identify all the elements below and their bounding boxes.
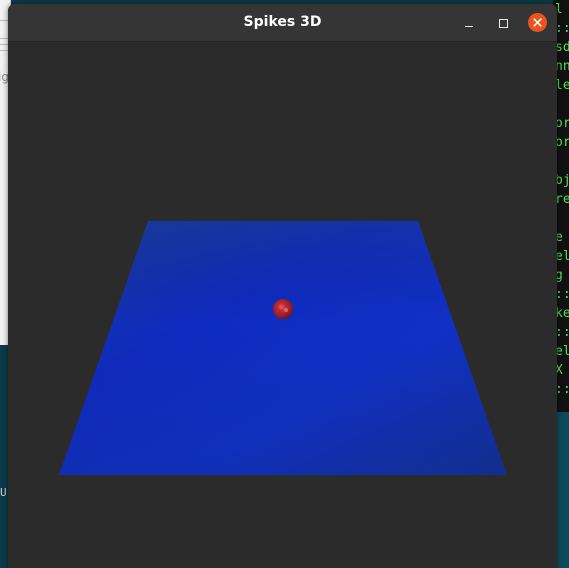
scene-canvas[interactable] <box>8 42 557 568</box>
close-icon <box>533 18 542 27</box>
minimize-icon <box>465 25 473 28</box>
maximize-button[interactable] <box>493 13 513 33</box>
ground-plane-shading <box>59 221 507 475</box>
sphere <box>273 299 293 319</box>
maximize-icon <box>498 18 508 28</box>
close-button[interactable] <box>528 13 547 32</box>
sphere-highlight <box>283 307 289 313</box>
background-glyph: U <box>0 486 7 499</box>
desktop: ig U l::sdnnleororbjreeelg::ke::elX:: Sp… <box>0 0 569 568</box>
app-window: Spikes 3D <box>8 4 557 568</box>
minimize-button[interactable] <box>459 13 479 33</box>
title-bar[interactable]: Spikes 3D <box>8 4 557 42</box>
3d-viewport[interactable] <box>8 42 557 568</box>
